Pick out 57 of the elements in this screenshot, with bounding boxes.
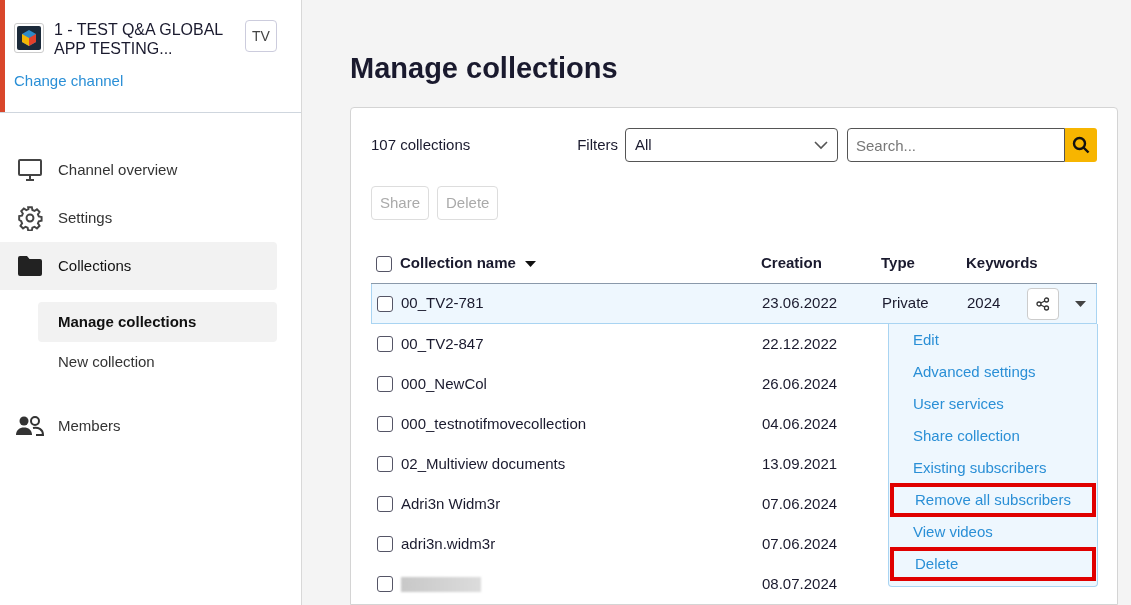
row-checkbox[interactable] bbox=[377, 336, 393, 352]
column-header[interactable]: Keywords bbox=[966, 252, 1038, 275]
table-cell: 13.09.2021 bbox=[762, 454, 838, 472]
row-checkbox[interactable] bbox=[377, 376, 393, 392]
column-header[interactable]: Creation bbox=[761, 252, 822, 275]
subnav-item[interactable]: Manage collections bbox=[38, 302, 277, 342]
table-cell: 07.06.2024 bbox=[762, 494, 838, 512]
row-checkbox[interactable] bbox=[377, 456, 393, 472]
row-checkbox[interactable] bbox=[377, 496, 393, 512]
search-icon bbox=[1072, 136, 1090, 154]
channel-name: 1 - TEST Q&A GLOBAL APP TESTING... bbox=[54, 20, 224, 58]
search-field[interactable]: Search... bbox=[847, 128, 1065, 162]
table-row[interactable]: 00_TV2-781 23.06.2022 Private 2024 bbox=[371, 284, 1097, 324]
settings-icon bbox=[17, 205, 43, 231]
channel-badge: TV bbox=[245, 20, 277, 52]
table-cell-text: adri3n.widm3r bbox=[401, 533, 496, 554]
collection-count: 107 collections bbox=[371, 134, 471, 155]
chevron-down-icon bbox=[814, 140, 828, 150]
nav-item[interactable]: Collections bbox=[0, 242, 277, 290]
row-checkbox[interactable] bbox=[376, 255, 392, 272]
folder-icon bbox=[17, 255, 43, 277]
table-cell: 07.06.2024 bbox=[762, 534, 838, 552]
row-checkbox[interactable] bbox=[377, 536, 393, 552]
sort-caret-icon bbox=[524, 260, 536, 267]
table-cell: 26.06.2024 bbox=[762, 374, 838, 392]
nav-item[interactable]: Members bbox=[0, 402, 277, 450]
members-icon bbox=[16, 415, 44, 437]
table-cell-text: 000_NewCol bbox=[401, 373, 487, 394]
table-cell: 23.06.2022 bbox=[762, 294, 838, 312]
table-cell-text: Adri3n Widm3r bbox=[401, 493, 501, 514]
dropdown-caret-icon[interactable] bbox=[1075, 300, 1086, 307]
change-channel-link[interactable]: Change channel bbox=[14, 70, 124, 93]
table-cell: 08.07.2024 bbox=[762, 574, 838, 592]
subnav-item[interactable]: New collection bbox=[38, 342, 277, 382]
table-cell: 2024 bbox=[967, 294, 1001, 312]
search-button[interactable] bbox=[1065, 128, 1097, 162]
monitor-icon bbox=[17, 158, 43, 182]
table-cell-text: 00_TV2-847 bbox=[401, 333, 484, 354]
filter-select[interactable]: All bbox=[625, 128, 838, 162]
nav-item[interactable]: Settings bbox=[0, 194, 277, 242]
table-cell: 22.12.2022 bbox=[762, 334, 838, 352]
column-header[interactable]: Collection name bbox=[400, 252, 516, 275]
table-cell-text: 00_TV2-781 bbox=[401, 293, 484, 314]
column-header[interactable]: Type bbox=[881, 252, 915, 275]
page-title: Manage collections bbox=[350, 51, 619, 86]
filters-label: Filters bbox=[577, 134, 618, 155]
table-cell-text: 02_Multiview documents bbox=[401, 453, 566, 474]
channel-logo bbox=[14, 23, 44, 53]
table-cell: 04.06.2024 bbox=[762, 414, 838, 432]
share-button[interactable] bbox=[1027, 287, 1059, 320]
table-cell: Private bbox=[882, 294, 929, 312]
share-icon bbox=[1036, 296, 1050, 311]
table-cell-text: 000_testnotifmovecollection bbox=[401, 413, 587, 434]
nav-item[interactable]: Channel overview bbox=[0, 146, 277, 194]
row-checkbox[interactable] bbox=[377, 295, 393, 312]
row-checkbox[interactable] bbox=[377, 576, 393, 592]
row-checkbox[interactable] bbox=[377, 416, 393, 432]
